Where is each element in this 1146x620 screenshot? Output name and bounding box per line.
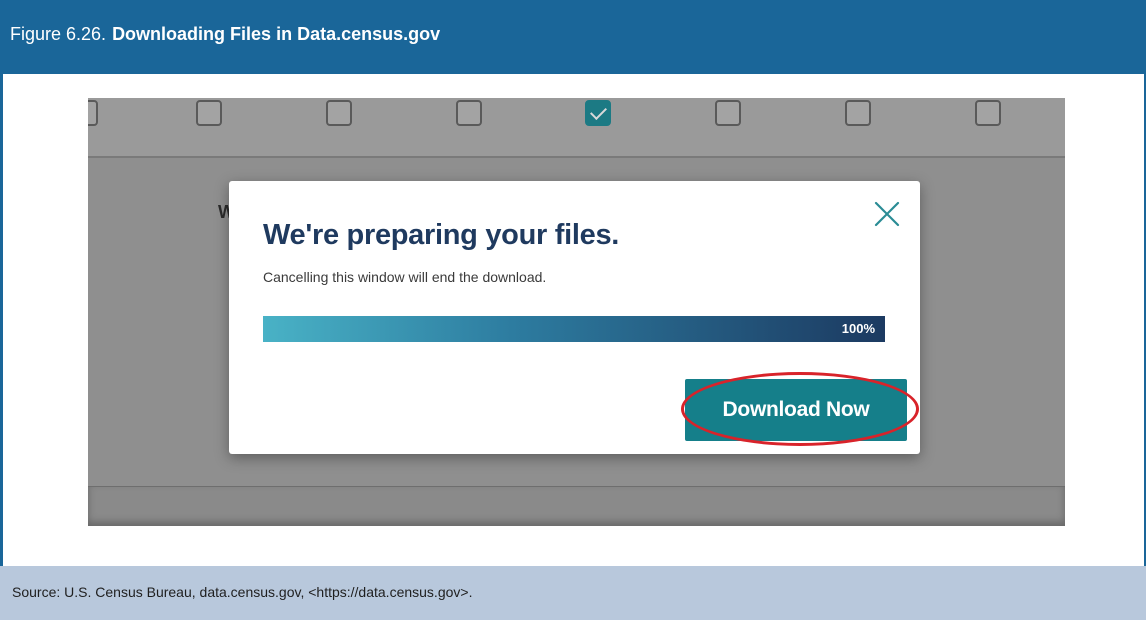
download-modal: We're preparing your files. Cancelling t…: [229, 181, 920, 454]
modal-subtext: Cancelling this window will end the down…: [263, 269, 547, 285]
checkbox-partial[interactable]: [88, 100, 98, 126]
figure-caption: Figure 6.26. Downloading Files in Data.ce…: [10, 24, 440, 45]
progress-fill: [263, 316, 885, 342]
checkbox-1[interactable]: [196, 100, 222, 126]
figure-frame: Figure 6.26. Downloading Files in Data.ce…: [0, 0, 1146, 620]
checkbox-3[interactable]: [456, 100, 482, 126]
row-divider: [88, 156, 1065, 158]
modal-heading: We're preparing your files.: [263, 219, 620, 251]
checkbox-6[interactable]: [845, 100, 871, 126]
source-text: Source: U.S. Census Bureau, data.census.…: [12, 584, 473, 600]
progress-label: 100%: [841, 321, 875, 336]
source-note: Source: U.S. Census Bureau, data.census.…: [0, 566, 1146, 620]
figure-title: Downloading Files in Data.census.gov: [112, 24, 441, 44]
checkbox-row: [88, 98, 1065, 156]
left-border: [0, 74, 3, 566]
checkbox-checked[interactable]: [585, 100, 611, 126]
close-icon[interactable]: [872, 199, 902, 229]
checkbox-7[interactable]: [975, 100, 1001, 126]
download-now-button[interactable]: Download Now: [685, 379, 907, 441]
figure-number: Figure 6.26.: [10, 24, 107, 44]
checkbox-2[interactable]: [326, 100, 352, 126]
bottom-band: [88, 487, 1065, 526]
figure-header: Figure 6.26. Downloading Files in Data.ce…: [0, 0, 1146, 74]
checkbox-5[interactable]: [715, 100, 741, 126]
screenshot-panel: W We're preparing your files. Cancelling…: [88, 98, 1065, 526]
progress-bar: 100%: [263, 316, 885, 342]
